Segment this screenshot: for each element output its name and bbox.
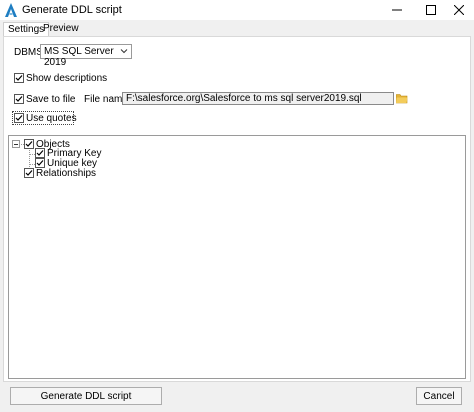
- chevron-down-icon: [120, 49, 128, 54]
- dbms-select[interactable]: MS SQL Server 2019: [40, 44, 132, 68]
- close-button[interactable]: [444, 0, 474, 20]
- settings-panel: DBMS: MS SQL Server 2019 Show descriptio…: [3, 36, 471, 382]
- object-tree[interactable]: Objects Primary Key Unique key Relations…: [8, 135, 466, 379]
- checkmark-icon: [36, 160, 44, 166]
- file-name-value: F:\salesforce.org\Salesforce to ms sql s…: [126, 93, 362, 104]
- checkmark-icon: [15, 96, 23, 102]
- generate-ddl-button[interactable]: Generate DDL script: [10, 387, 162, 405]
- dbms-select-value: MS SQL Server 2019: [44, 46, 114, 68]
- tab-strip: Settings Preview: [0, 22, 474, 37]
- app-logo-icon: [5, 3, 17, 17]
- show-descriptions-checkbox[interactable]: [14, 73, 24, 83]
- checkmark-icon: [15, 115, 23, 121]
- folder-icon[interactable]: [396, 92, 408, 104]
- show-descriptions-label: Show descriptions: [26, 73, 108, 84]
- relationships-checkbox[interactable]: [24, 168, 34, 178]
- objects-checkbox[interactable]: [24, 139, 34, 149]
- use-quotes-label: Use quotes: [26, 113, 77, 124]
- unique-key-checkbox[interactable]: [35, 158, 45, 168]
- file-name-input[interactable]: F:\salesforce.org\Salesforce to ms sql s…: [122, 92, 394, 105]
- title-bar: Generate DDL script: [0, 0, 474, 20]
- tree-item-relationships[interactable]: Relationships: [36, 168, 96, 179]
- maximize-icon: [426, 5, 436, 15]
- close-icon: [454, 5, 464, 15]
- ddl-dialog: Generate DDL script Settings Preview DBM…: [0, 0, 474, 412]
- use-quotes-checkbox[interactable]: [14, 113, 24, 123]
- maximize-button[interactable]: [416, 0, 446, 20]
- tab-preview[interactable]: Preview: [39, 22, 83, 36]
- minimize-button[interactable]: [382, 0, 412, 20]
- checkmark-icon: [25, 141, 33, 147]
- window-title: Generate DDL script: [22, 4, 122, 16]
- collapse-icon[interactable]: [12, 140, 20, 148]
- cancel-button[interactable]: Cancel: [416, 387, 462, 405]
- save-to-file-label: Save to file: [26, 94, 76, 105]
- checkmark-icon: [15, 75, 23, 81]
- checkmark-icon: [36, 150, 44, 156]
- save-to-file-checkbox[interactable]: [14, 94, 24, 104]
- minimize-icon: [392, 9, 402, 11]
- checkmark-icon: [25, 170, 33, 176]
- primary-key-checkbox[interactable]: [35, 148, 45, 158]
